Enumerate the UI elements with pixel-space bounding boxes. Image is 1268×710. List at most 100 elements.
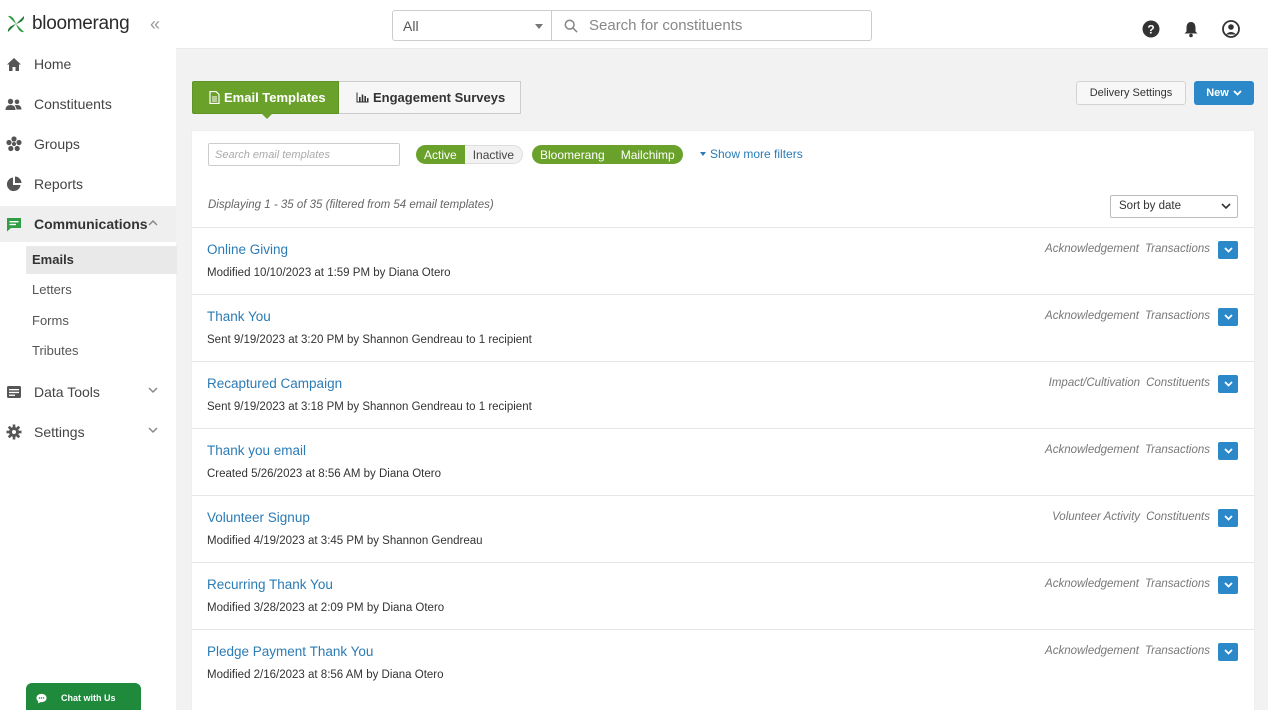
tab-email-templates[interactable]: Email Templates <box>192 81 339 119</box>
provider-filter: Bloomerang Mailchimp <box>532 145 683 164</box>
user-account-icon[interactable] <box>1222 20 1240 38</box>
sidebar-item-label: Communications <box>34 216 148 232</box>
template-type: Constituents <box>1146 511 1210 523</box>
template-title-link[interactable]: Pledge Payment Thank You <box>207 644 373 659</box>
chat-label: Chat with Us <box>61 693 116 703</box>
row-actions-button[interactable] <box>1218 442 1238 460</box>
template-tags: Acknowledgement Transactions <box>1045 243 1210 255</box>
chevron-down-icon <box>1223 448 1233 454</box>
row-actions-button[interactable] <box>1218 241 1238 259</box>
data-tools-icon <box>5 384 22 401</box>
filter-active[interactable]: Active <box>416 145 465 164</box>
chevron-down-icon <box>148 387 158 394</box>
template-row: Recaptured Campaign Sent 9/19/2023 at 3:1… <box>192 361 1254 428</box>
template-category: Acknowledgement <box>1045 444 1140 456</box>
collapse-sidebar-icon[interactable]: « <box>150 14 160 35</box>
sidebar-item-label: Reports <box>34 176 84 192</box>
result-count: Displaying 1 - 35 of 35 (filtered from 5… <box>208 199 494 211</box>
template-type: Transactions <box>1145 444 1210 456</box>
pie-chart-icon <box>5 176 22 193</box>
sidebar-item-data-tools[interactable]: Data Tools <box>0 374 176 410</box>
sidebar-item-home[interactable]: Home <box>0 46 176 82</box>
template-meta: Modified 3/28/2023 at 2:09 PM by Diana O… <box>207 602 445 614</box>
sort-value: Sort by date <box>1119 200 1182 212</box>
sidebar-item-communications[interactable]: Communications <box>0 206 176 242</box>
divider <box>176 48 1268 49</box>
template-category: Acknowledgement <box>1045 243 1140 255</box>
row-actions-button[interactable] <box>1218 375 1238 393</box>
tab-engagement-surveys[interactable]: Engagement Surveys <box>339 81 521 114</box>
template-category: Volunteer Activity <box>1052 511 1141 523</box>
template-type: Transactions <box>1145 645 1210 657</box>
row-actions-button[interactable] <box>1218 509 1238 527</box>
logo[interactable]: bloomerang <box>4 12 130 36</box>
subnav-item-emails[interactable]: Emails <box>26 246 177 274</box>
template-title-link[interactable]: Recurring Thank You <box>207 577 333 592</box>
template-row: Volunteer Signup Modified 4/19/2023 at 3:… <box>192 495 1254 562</box>
constituent-search <box>552 10 872 41</box>
filter-mailchimp[interactable]: Mailchimp <box>612 145 683 164</box>
subnav-item-tributes[interactable]: Tributes <box>26 337 177 365</box>
filter-bloomerang[interactable]: Bloomerang <box>532 145 613 164</box>
chevron-down-icon <box>1223 314 1233 320</box>
tab-label: Email Templates <box>224 90 326 105</box>
template-type: Transactions <box>1145 578 1210 590</box>
sidebar-item-settings[interactable]: Settings <box>0 414 176 450</box>
sort-select[interactable]: Sort by date <box>1110 195 1238 218</box>
people-icon <box>5 96 22 113</box>
sidebar-item-label: Home <box>34 56 72 72</box>
delivery-settings-button[interactable]: Delivery Settings <box>1076 81 1186 105</box>
template-title-link[interactable]: Volunteer Signup <box>207 510 310 525</box>
row-actions-button[interactable] <box>1218 576 1238 594</box>
document-icon <box>209 91 220 104</box>
template-title-link[interactable]: Thank you email <box>207 443 306 458</box>
chevron-down-icon <box>1221 203 1231 210</box>
new-button-label: New <box>1206 87 1229 99</box>
caret-down-icon <box>535 24 543 29</box>
bar-chart-icon <box>356 92 369 103</box>
template-category: Acknowledgement <box>1045 578 1140 590</box>
subnav-item-letters[interactable]: Letters <box>26 276 177 304</box>
bell-icon[interactable] <box>1182 20 1200 38</box>
template-tags: Impact/Cultivation Constituents <box>1049 377 1210 389</box>
template-tags: Volunteer Activity Constituents <box>1052 511 1210 523</box>
row-actions-button[interactable] <box>1218 308 1238 326</box>
template-category: Acknowledgement <box>1045 310 1140 322</box>
subnav-item-forms[interactable]: Forms <box>26 307 177 335</box>
template-search-input[interactable] <box>215 144 395 165</box>
template-search <box>208 143 400 166</box>
template-meta: Modified 4/19/2023 at 3:45 PM by Shannon… <box>207 535 483 547</box>
search-input[interactable] <box>589 17 859 34</box>
email-templates-panel: Active Inactive Bloomerang Mailchimp Sho… <box>192 131 1254 710</box>
sidebar-item-constituents[interactable]: Constituents <box>0 86 176 122</box>
template-title-link[interactable]: Recaptured Campaign <box>207 376 342 391</box>
sidebar-item-label: Settings <box>34 424 85 440</box>
row-actions-button[interactable] <box>1218 643 1238 661</box>
search-scope-select[interactable]: All <box>392 10 552 41</box>
sidebar-item-label: Data Tools <box>34 384 100 400</box>
show-more-filters-label: Show more filters <box>710 147 803 161</box>
sidebar-item-reports[interactable]: Reports <box>0 166 176 202</box>
template-title-link[interactable]: Online Giving <box>207 242 288 257</box>
template-row: Recurring Thank You Modified 3/28/2023 at… <box>192 562 1254 629</box>
template-tags: Acknowledgement Transactions <box>1045 645 1210 657</box>
groups-icon <box>5 136 22 153</box>
new-button[interactable]: New <box>1194 81 1254 105</box>
chevron-down-icon <box>1223 247 1233 253</box>
show-more-filters-link[interactable]: Show more filters <box>700 147 803 161</box>
sidebar-item-label: Groups <box>34 136 80 152</box>
template-tags: Acknowledgement Transactions <box>1045 310 1210 322</box>
help-icon[interactable]: ? <box>1142 20 1160 38</box>
chat-with-us-button[interactable]: Chat with Us <box>26 683 141 710</box>
caret-down-icon <box>700 152 706 156</box>
filter-inactive[interactable]: Inactive <box>464 145 524 164</box>
brand-name: bloomerang <box>32 13 130 34</box>
status-filter: Active Inactive <box>416 145 524 164</box>
template-row: Pledge Payment Thank You Modified 2/16/20… <box>192 629 1254 696</box>
chevron-down-icon <box>1223 515 1233 521</box>
bloomerang-logo-icon <box>7 15 25 33</box>
sidebar-item-groups[interactable]: Groups <box>0 126 176 162</box>
template-type: Transactions <box>1145 310 1210 322</box>
chevron-down-icon <box>1223 381 1233 387</box>
template-title-link[interactable]: Thank You <box>207 309 271 324</box>
